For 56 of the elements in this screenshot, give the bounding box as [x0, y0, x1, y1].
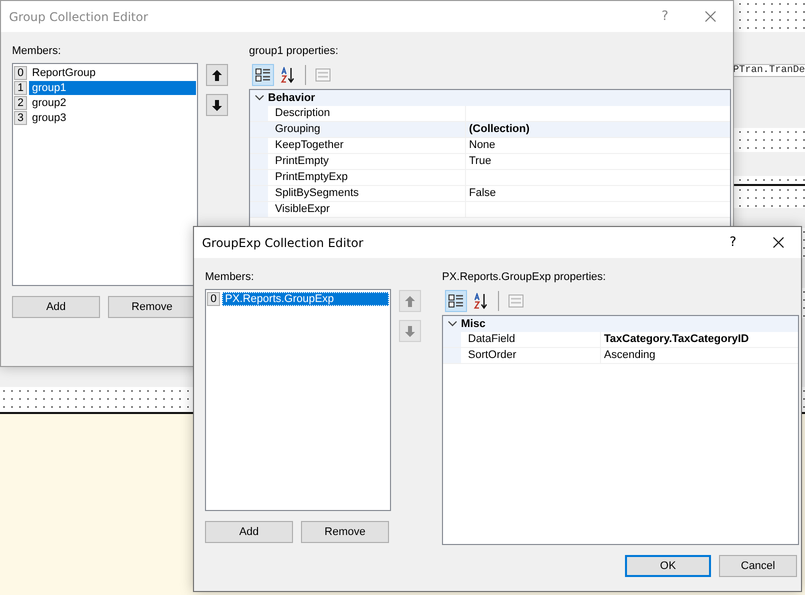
help-button[interactable]: ? [711, 227, 755, 258]
properties-label: group1 properties: [249, 44, 340, 59]
category-row[interactable]: Misc [443, 316, 798, 332]
property-row[interactable]: Description [250, 106, 730, 122]
members-label: Members: [205, 270, 255, 285]
down-arrow-icon [405, 326, 415, 336]
member-index: 2 [14, 96, 27, 110]
property-pages-icon [508, 294, 524, 308]
categorized-view-icon [448, 293, 464, 309]
move-up-button[interactable] [206, 64, 228, 86]
property-row[interactable]: VisibleExpr [250, 202, 730, 218]
member-index: 1 [14, 80, 27, 94]
property-row[interactable]: SplitBySegments False [250, 186, 730, 202]
property-pages-icon [315, 68, 331, 82]
close-icon [772, 237, 784, 248]
cancel-button[interactable]: Cancel [719, 555, 797, 577]
property-value: (Collection) [466, 122, 730, 137]
sort-icon [473, 293, 489, 309]
report-field-text: PTran.TranDe [732, 64, 805, 76]
close-icon [704, 11, 716, 22]
category-row[interactable]: Behavior [250, 90, 730, 106]
up-arrow-icon [405, 296, 415, 306]
down-arrow-icon [212, 100, 222, 110]
up-arrow-icon [212, 70, 222, 80]
property-row[interactable]: PrintEmpty True [250, 154, 730, 170]
view-button[interactable] [445, 290, 467, 312]
add-button[interactable]: Add [12, 296, 100, 318]
member-item[interactable]: PX.Reports.GroupExp [222, 292, 389, 306]
add-button[interactable]: Add [205, 521, 293, 543]
property-row[interactable]: Grouping (Collection) [250, 122, 730, 138]
categorized-view-icon [255, 67, 271, 83]
members-label: Members: [12, 44, 62, 59]
remove-button[interactable]: Remove [108, 296, 196, 318]
window-title: Group Collection Editor [9, 10, 150, 24]
member-item[interactable]: group2 [29, 96, 196, 110]
member-index: 3 [14, 110, 27, 124]
help-button[interactable]: ? [643, 1, 687, 32]
category-name: Misc [461, 318, 486, 330]
remove-button[interactable]: Remove [301, 521, 389, 543]
category-name: Behavior [268, 92, 316, 104]
property-row[interactable]: KeepTogether None [250, 138, 730, 154]
member-item[interactable]: ReportGroup [29, 66, 196, 80]
ok-button[interactable]: OK [625, 555, 711, 577]
sort-icon [280, 67, 296, 83]
member-index: 0 [14, 66, 27, 80]
member-index: 0 [207, 292, 220, 306]
properties-label: PX.Reports.GroupExp properties: [442, 270, 607, 285]
property-row[interactable]: DataField TaxCategory.TaxCategoryID [443, 332, 798, 348]
window-title: GroupExp Collection Editor [202, 236, 364, 250]
member-item[interactable]: group3 [29, 110, 196, 124]
property-name: Grouping [268, 122, 466, 137]
move-down-button[interactable] [206, 94, 228, 116]
member-item[interactable]: group1 [29, 80, 196, 94]
view-button[interactable] [252, 64, 274, 86]
property-row[interactable]: SortOrder Ascending [443, 348, 798, 364]
property-row[interactable]: PrintEmptyExp [250, 170, 730, 186]
